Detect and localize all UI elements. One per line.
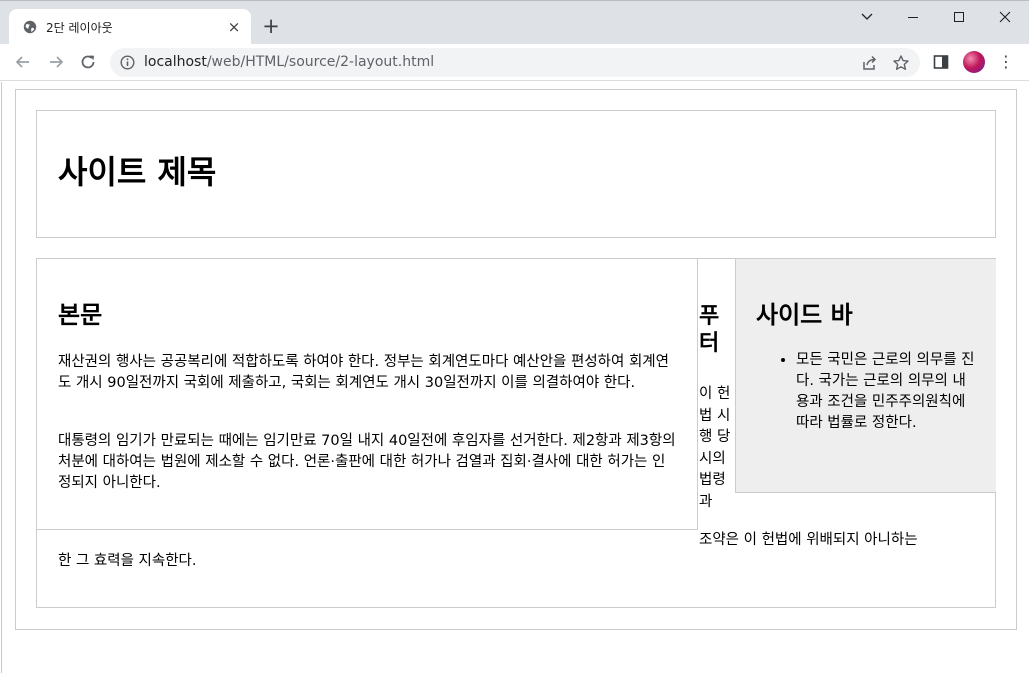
footer-text-narrow: 이 헌법 시행 당시의 법령과 <box>699 386 731 510</box>
content-paragraph-2: 대통령의 임기가 만료되는 때에는 임기만료 70일 내지 40일전에 후임자를… <box>58 433 676 491</box>
info-icon[interactable] <box>120 55 135 70</box>
tab-title: 2단 레이아웃 <box>46 21 113 35</box>
content-paragraph-1: 재산권의 행사는 공공복리에 적합하도록 하여야 한다. 정부는 회계연도마다 … <box>58 354 669 391</box>
tab-close-icon[interactable]: × <box>226 19 242 35</box>
page-wrapper: 사이트 제목 본문 재산권의 행사는 공공복리에 적합하도록 하여야 한다. 정… <box>15 89 1017 630</box>
url-text[interactable]: localhost/web/HTML/source/2-layout.html <box>144 54 434 70</box>
footer-text-leftover: 한 그 효력을 지속한다. <box>58 553 197 569</box>
footer-text-wide: 조약은 이 헌법에 위배되지 아니하는 <box>699 532 918 548</box>
sidebar-list: 모든 국민은 근로의 의무를 진다. 국가는 근로의 의무의 내용과 조건을 민… <box>756 350 976 434</box>
sidebar-heading: 사이드 바 <box>756 301 853 329</box>
sidebar: 사이드 바 모든 국민은 근로의 의무를 진다. 국가는 근로의 의무의 내용과… <box>735 259 996 493</box>
content-heading: 본문 <box>58 301 103 329</box>
reload-icon[interactable] <box>78 52 98 72</box>
new-tab-button[interactable]: + <box>260 15 282 37</box>
browser-toolbar: localhost/web/HTML/source/2-layout.html … <box>0 44 1029 81</box>
close-window-icon[interactable] <box>991 5 1019 29</box>
sidebar-list-item: 모든 국민은 근로의 의무를 진다. 국가는 근로의 의무의 내용과 조건을 민… <box>796 350 976 434</box>
side-panel-icon[interactable] <box>932 53 950 71</box>
maximize-icon[interactable] <box>945 5 973 29</box>
footer-heading: 푸터 <box>699 304 720 356</box>
profile-avatar[interactable] <box>963 51 985 73</box>
main-content: 본문 재산권의 행사는 공공복리에 적합하도록 하여야 한다. 정부는 회계연도… <box>37 259 698 530</box>
globe-icon <box>23 20 37 34</box>
tab-strip: 2단 레이아웃 × + <box>0 0 1029 45</box>
star-icon[interactable] <box>892 54 910 72</box>
forward-arrow-icon[interactable] <box>46 52 66 72</box>
share-icon[interactable] <box>860 54 878 72</box>
kebab-menu-icon[interactable]: ⋮ <box>998 52 1014 72</box>
back-arrow-icon[interactable] <box>13 52 33 72</box>
minimize-icon[interactable] <box>899 5 927 29</box>
tab-search-icon[interactable] <box>853 5 881 29</box>
url-host: localhost <box>144 54 207 70</box>
site-header: 사이트 제목 <box>36 110 996 238</box>
page-viewport: 사이트 제목 본문 재산권의 행사는 공공복리에 적합하도록 하여야 한다. 정… <box>1 82 1028 673</box>
layout-container: 본문 재산권의 행사는 공공복리에 적합하도록 하여야 한다. 정부는 회계연도… <box>36 258 996 608</box>
browser-tab[interactable]: 2단 레이아웃 × <box>9 9 251 45</box>
url-path: /web/HTML/source/2-layout.html <box>206 54 435 70</box>
address-bar[interactable]: localhost/web/HTML/source/2-layout.html <box>110 48 920 77</box>
site-title: 사이트 제목 <box>58 153 217 191</box>
